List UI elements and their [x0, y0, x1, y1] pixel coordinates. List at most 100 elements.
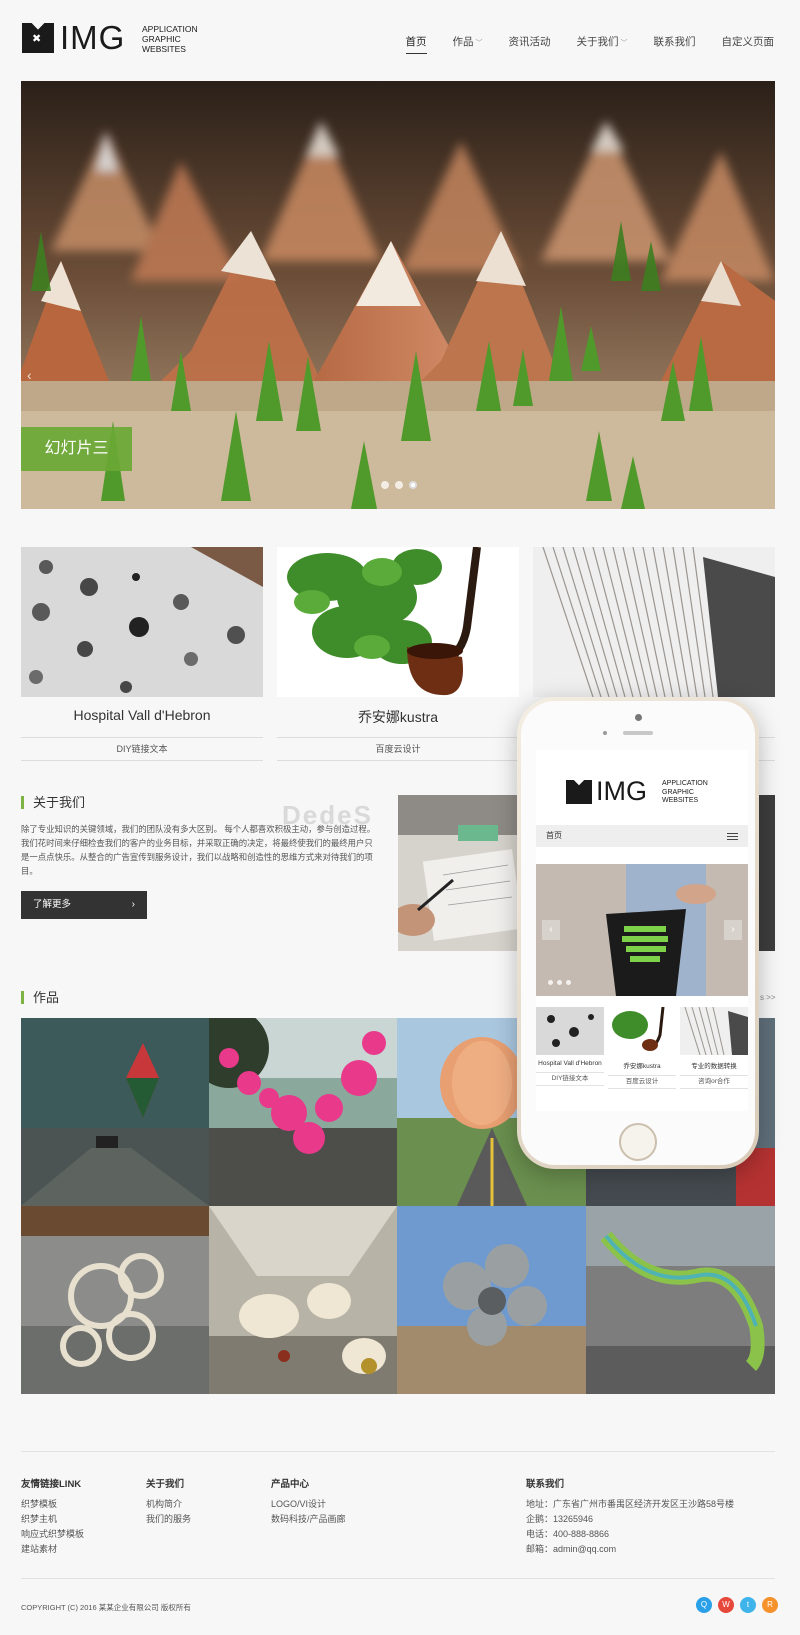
product-image[interactable]	[21, 547, 263, 697]
mobile-card-title: Hospital Vall d'Hebron	[538, 1060, 602, 1067]
weibo-icon[interactable]: W	[718, 1597, 734, 1613]
slide-caption: 幻灯片三	[21, 427, 132, 471]
product-title[interactable]: 乔安娜kustra	[277, 707, 519, 729]
nav-item-works[interactable]: 作品 ﹀	[453, 34, 483, 54]
nav-item-news[interactable]: 资讯活动	[509, 34, 551, 54]
nav-item-contact[interactable]: 联系我们	[654, 34, 696, 54]
learn-more-button[interactable]: 了解更多 ›	[21, 891, 147, 919]
works-heading: 作品	[21, 991, 59, 1004]
phone-sensor-icon	[603, 731, 607, 735]
mobile-card-title: 专业的数据转换	[691, 1063, 737, 1070]
mobile-product-card[interactable]: 乔安娜kustra 百度云设计	[608, 1007, 676, 1089]
footer-link[interactable]: LOGO/VI设计	[271, 1497, 346, 1512]
social-links: Q W t R	[696, 1597, 778, 1613]
footer-link[interactable]: 数码科技/产品画廊	[271, 1512, 346, 1527]
phone-home-button	[619, 1123, 657, 1161]
mobile-logo-text: IMG	[596, 776, 647, 806]
works-item[interactable]	[586, 1206, 775, 1394]
main-nav: 首页 作品 ﹀ 资讯活动 关于我们 ﹀ 联系我们 自定义页面	[380, 34, 775, 54]
nav-item-home[interactable]: 首页	[405, 34, 427, 54]
works-more-link[interactable]: s >>	[760, 993, 776, 1002]
about-heading: 关于我们	[21, 796, 85, 809]
works-item[interactable]	[209, 1206, 397, 1394]
product-card[interactable]: 乔安娜kustra 百度云设计	[277, 547, 519, 761]
phone-screen: IMG APPLICATION GRAPHIC WEBSITES 首页 ‹ › …	[536, 750, 748, 1111]
footer-heading: 关于我们	[146, 1479, 185, 1490]
footer-col-products: 产品中心 LOGO/VI设计 数码科技/产品画廊	[271, 1476, 346, 1527]
footer-link[interactable]: 响应式织梦模板	[21, 1527, 84, 1542]
works-item[interactable]	[21, 1206, 209, 1394]
mobile-slider-prev-icon[interactable]: ‹	[542, 920, 560, 940]
footer-col-about: 关于我们 机构简介 我们的服务	[146, 1476, 191, 1527]
mobile-product-card[interactable]: Hospital Vall d'Hebron DIY链接文本	[536, 1007, 604, 1089]
rss-icon[interactable]: R	[762, 1597, 778, 1613]
works-item[interactable]	[209, 1018, 397, 1206]
product-link[interactable]: DIY链接文本	[21, 737, 263, 761]
site-header: ✖ IMG APPLICATION GRAPHIC WEBSITES 首页 作品…	[0, 0, 800, 80]
nav-item-about[interactable]: 关于我们 ﹀	[577, 34, 628, 54]
mobile-slider[interactable]: ‹ ›	[536, 864, 748, 996]
mobile-cards: Hospital Vall d'Hebron DIY链接文本 乔安娜kustra…	[536, 1007, 748, 1089]
chevron-down-icon: ﹀	[475, 40, 483, 47]
contact-phone: 电话：400-888-8866	[526, 1529, 610, 1539]
product-link[interactable]: 百度云设计	[277, 737, 519, 761]
mobile-card-link[interactable]: DIY链接文本	[536, 1072, 604, 1086]
logo-subtitle: APPLICATION GRAPHIC WEBSITES	[142, 24, 198, 54]
mobile-card-link[interactable]: 咨询or合作	[680, 1075, 748, 1089]
mobile-logo-subtitle: APPLICATION GRAPHIC WEBSITES	[662, 780, 708, 804]
qq-icon[interactable]: Q	[696, 1597, 712, 1613]
footer-heading: 联系我们	[526, 1479, 565, 1490]
slider-dot[interactable]	[395, 481, 403, 489]
twitter-icon[interactable]: t	[740, 1597, 756, 1613]
footer-link[interactable]: 织梦主机	[21, 1512, 84, 1527]
mobile-nav-bar[interactable]: 首页	[536, 825, 748, 847]
footer-link[interactable]: 织梦模板	[21, 1497, 84, 1512]
watermark-text: DedeS	[282, 800, 373, 830]
works-item[interactable]	[21, 1018, 209, 1206]
site-logo[interactable]: ✖ IMG APPLICATION GRAPHIC WEBSITES	[22, 20, 202, 56]
slider-dots	[381, 481, 417, 489]
footer-col-contact: 联系我们 地址：广东省广州市番禺区经济开发区王沙路58号楼 企鹅：1326594…	[526, 1476, 734, 1557]
footer-link[interactable]: 我们的服务	[146, 1512, 191, 1527]
mobile-product-card[interactable]: 专业的数据转换 咨询or合作	[680, 1007, 748, 1089]
phone-speaker-icon	[623, 731, 653, 735]
mobile-card-title: 乔安娜kustra	[623, 1063, 661, 1070]
about-image	[398, 795, 518, 951]
slider-dot[interactable]	[381, 481, 389, 489]
logo-mark-icon	[566, 780, 592, 804]
footer-heading: 产品中心	[271, 1479, 310, 1490]
product-card[interactable]: Hospital Vall d'Hebron DIY链接文本	[21, 547, 263, 761]
works-item[interactable]	[397, 1206, 586, 1394]
product-image[interactable]	[533, 547, 775, 697]
mobile-nav-label: 首页	[546, 831, 562, 840]
mobile-card-link[interactable]: 百度云设计	[608, 1075, 676, 1089]
footer-col-links: 友情链接LINK 织梦模板 织梦主机 响应式织梦模板 建站素材	[21, 1476, 84, 1557]
phone-mockup: IMG APPLICATION GRAPHIC WEBSITES 首页 ‹ › …	[517, 697, 759, 1169]
logo-text: IMG	[60, 19, 126, 56]
product-title[interactable]: Hospital Vall d'Hebron	[21, 707, 263, 729]
footer-link[interactable]: 建站素材	[21, 1542, 84, 1557]
copyright-text: COPYRIGHT (C) 2016 某某企业有限公司 版权所有	[21, 1603, 191, 1612]
footer-heading: 友情链接LINK	[21, 1479, 82, 1490]
phone-camera-icon	[635, 714, 642, 721]
mobile-slider-dots	[548, 980, 571, 985]
contact-email[interactable]: 邮箱：admin@qq.com	[526, 1542, 734, 1557]
footer-divider	[21, 1578, 775, 1579]
product-image[interactable]	[277, 547, 519, 697]
footer-link[interactable]: 机构简介	[146, 1497, 191, 1512]
logo-mark-icon: ✖	[22, 23, 54, 53]
nav-item-custom[interactable]: 自定义页面	[722, 34, 775, 54]
footer-divider	[21, 1451, 775, 1452]
hamburger-menu-icon[interactable]	[727, 833, 738, 840]
contact-qq: 企鹅：13265946	[526, 1514, 594, 1524]
hero-slider[interactable]: ‹ 幻灯片三	[21, 81, 775, 509]
mobile-logo[interactable]: IMG APPLICATION GRAPHIC WEBSITES	[566, 776, 726, 808]
chevron-right-icon: ›	[131, 899, 135, 910]
mobile-slider-next-icon[interactable]: ›	[724, 920, 742, 940]
slider-prev-icon[interactable]: ‹	[27, 367, 32, 383]
hero-image	[21, 81, 775, 509]
chevron-down-icon: ﹀	[620, 40, 628, 47]
slider-dot-active[interactable]	[409, 481, 417, 489]
phone-body: IMG APPLICATION GRAPHIC WEBSITES 首页 ‹ › …	[521, 701, 755, 1165]
contact-address: 地址：广东省广州市番禺区经济开发区王沙路58号楼	[526, 1499, 735, 1509]
